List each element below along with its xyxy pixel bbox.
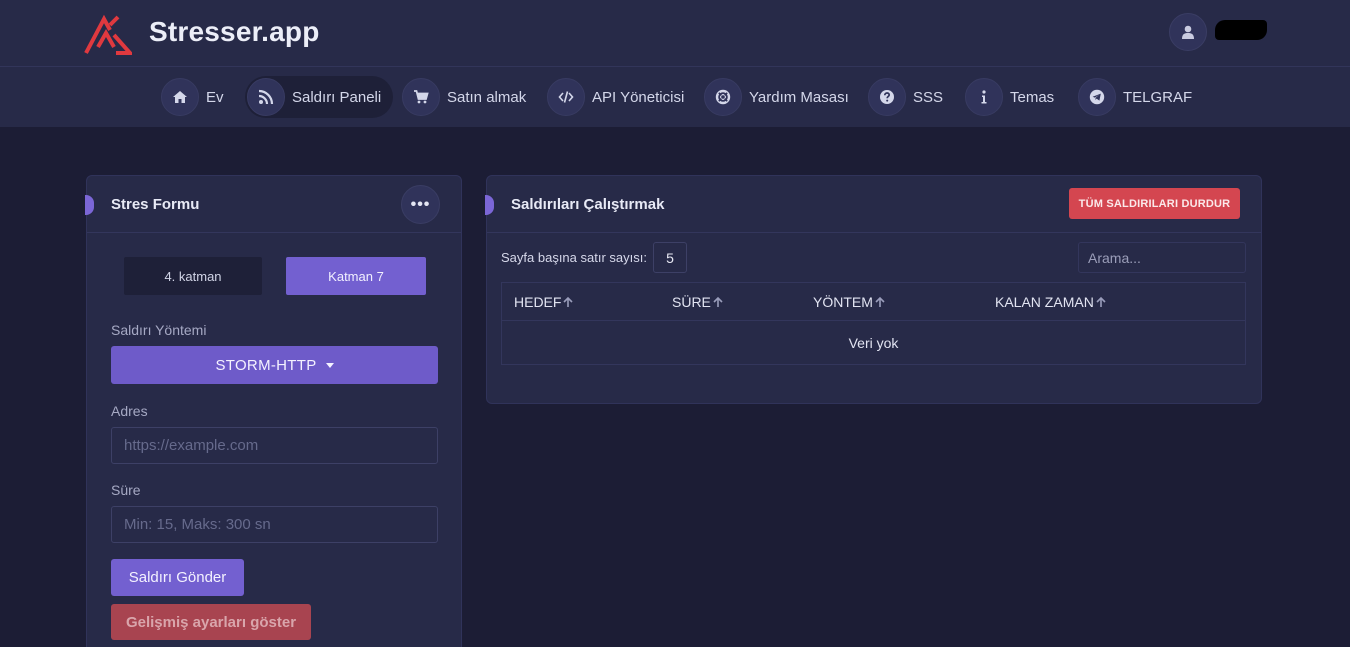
layer4-tab[interactable]: 4. katman: [124, 257, 262, 295]
layer7-tab[interactable]: Katman 7: [286, 257, 426, 295]
nav-item-api-manager[interactable]: API Yöneticisi: [545, 76, 696, 118]
nav-label-contact: Temas: [1010, 88, 1055, 106]
nav-item-faq[interactable]: SSS: [866, 76, 955, 118]
method-value: STORM-HTTP: [215, 356, 317, 374]
running-attacks-title: Saldırıları Çalıştırmak: [511, 196, 665, 213]
redacted-username[interactable]: [1215, 20, 1267, 40]
column-header-time-left[interactable]: KALAN ZAMAN: [995, 294, 1107, 310]
search-input[interactable]: [1078, 242, 1246, 273]
stop-all-attacks-button[interactable]: TÜM SALDIRILARI DURDUR: [1069, 188, 1240, 219]
lifebuoy-icon: [704, 78, 742, 116]
nav-label-help-desk: Yardım Masası: [749, 88, 849, 106]
advanced-settings-button[interactable]: Gelişmiş ayarları göster: [111, 604, 311, 640]
stress-form-title: Stres Formu: [111, 196, 200, 213]
top-header: Stresser.app: [0, 0, 1350, 67]
address-input[interactable]: [111, 427, 438, 464]
more-options-button[interactable]: •••: [401, 185, 440, 224]
more-dots-icon: •••: [410, 195, 431, 213]
home-icon: [161, 78, 199, 116]
column-label: YÖNTEM: [813, 294, 873, 310]
running-attacks-header: Saldırıları Çalıştırmak TÜM SALDIRILARI …: [485, 176, 1261, 233]
method-label: Saldırı Yöntemi: [111, 322, 207, 338]
nav-item-telegram[interactable]: TELGRAF: [1076, 76, 1204, 118]
column-label: KALAN ZAMAN: [995, 294, 1094, 310]
question-icon: [868, 78, 906, 116]
address-label: Adres: [111, 403, 148, 419]
running-attacks-card: Saldırıları Çalıştırmak TÜM SALDIRILARI …: [485, 175, 1262, 404]
card-accent-marker: [85, 195, 94, 215]
column-header-method[interactable]: YÖNTEM: [813, 294, 886, 310]
brand-logo-icon[interactable]: [84, 13, 132, 55]
send-attack-button[interactable]: Saldırı Gönder: [111, 559, 244, 596]
table-header-row: HEDEF SÜRE YÖNTEM KALAN ZAMAN: [502, 283, 1245, 321]
nav-item-contact[interactable]: Temas: [963, 76, 1066, 118]
sort-arrow-up-icon: [875, 296, 885, 307]
duration-input[interactable]: [111, 506, 438, 543]
nav-label-api-manager: API Yöneticisi: [592, 88, 685, 106]
nav-item-home[interactable]: Ev: [159, 76, 236, 118]
column-header-duration[interactable]: SÜRE: [672, 294, 724, 310]
column-label: HEDEF: [514, 294, 562, 310]
column-label: SÜRE: [672, 294, 711, 310]
main-nav: Ev Saldırı Paneli Satın almak API Yöneti…: [0, 67, 1350, 127]
telegram-icon: [1078, 78, 1116, 116]
duration-label: Süre: [111, 482, 141, 498]
rows-per-page-label: Sayfa başına satır sayısı:: [501, 250, 647, 265]
attacks-table: HEDEF SÜRE YÖNTEM KALAN ZAMAN Veri yok: [501, 282, 1246, 365]
sort-arrow-up-icon: [713, 296, 723, 307]
nav-label-buy: Satın almak: [447, 88, 527, 106]
nav-label-telegram: TELGRAF: [1123, 88, 1193, 106]
nav-item-attack-panel[interactable]: Saldırı Paneli: [245, 76, 394, 118]
nav-item-buy[interactable]: Satın almak: [400, 76, 538, 118]
nav-label-attack-panel: Saldırı Paneli: [292, 88, 382, 106]
stress-form-header: Stres Formu •••: [85, 176, 461, 233]
user-menu-button[interactable]: [1169, 13, 1207, 51]
rss-icon: [247, 78, 285, 116]
method-dropdown[interactable]: STORM-HTTP: [111, 346, 438, 384]
nav-item-help-desk[interactable]: Yardım Masası: [702, 76, 861, 118]
cart-icon: [402, 78, 440, 116]
info-icon: [965, 78, 1003, 116]
brand-name[interactable]: Stresser.app: [149, 16, 320, 48]
sort-arrow-up-icon: [1096, 296, 1106, 307]
caret-down-icon: [325, 362, 334, 368]
card-accent-marker: [485, 195, 494, 215]
stress-form-card: Stres Formu ••• 4. katman Katman 7 Saldı…: [85, 175, 462, 647]
nav-label-home: Ev: [206, 88, 224, 106]
nav-label-faq: SSS: [913, 88, 944, 106]
sort-arrow-up-icon: [563, 296, 574, 307]
column-header-target[interactable]: HEDEF: [514, 294, 574, 310]
code-icon: [547, 78, 585, 116]
table-empty-message: Veri yok: [848, 335, 899, 351]
user-icon: [1182, 25, 1194, 39]
rows-per-page-select[interactable]: 5: [653, 242, 687, 273]
